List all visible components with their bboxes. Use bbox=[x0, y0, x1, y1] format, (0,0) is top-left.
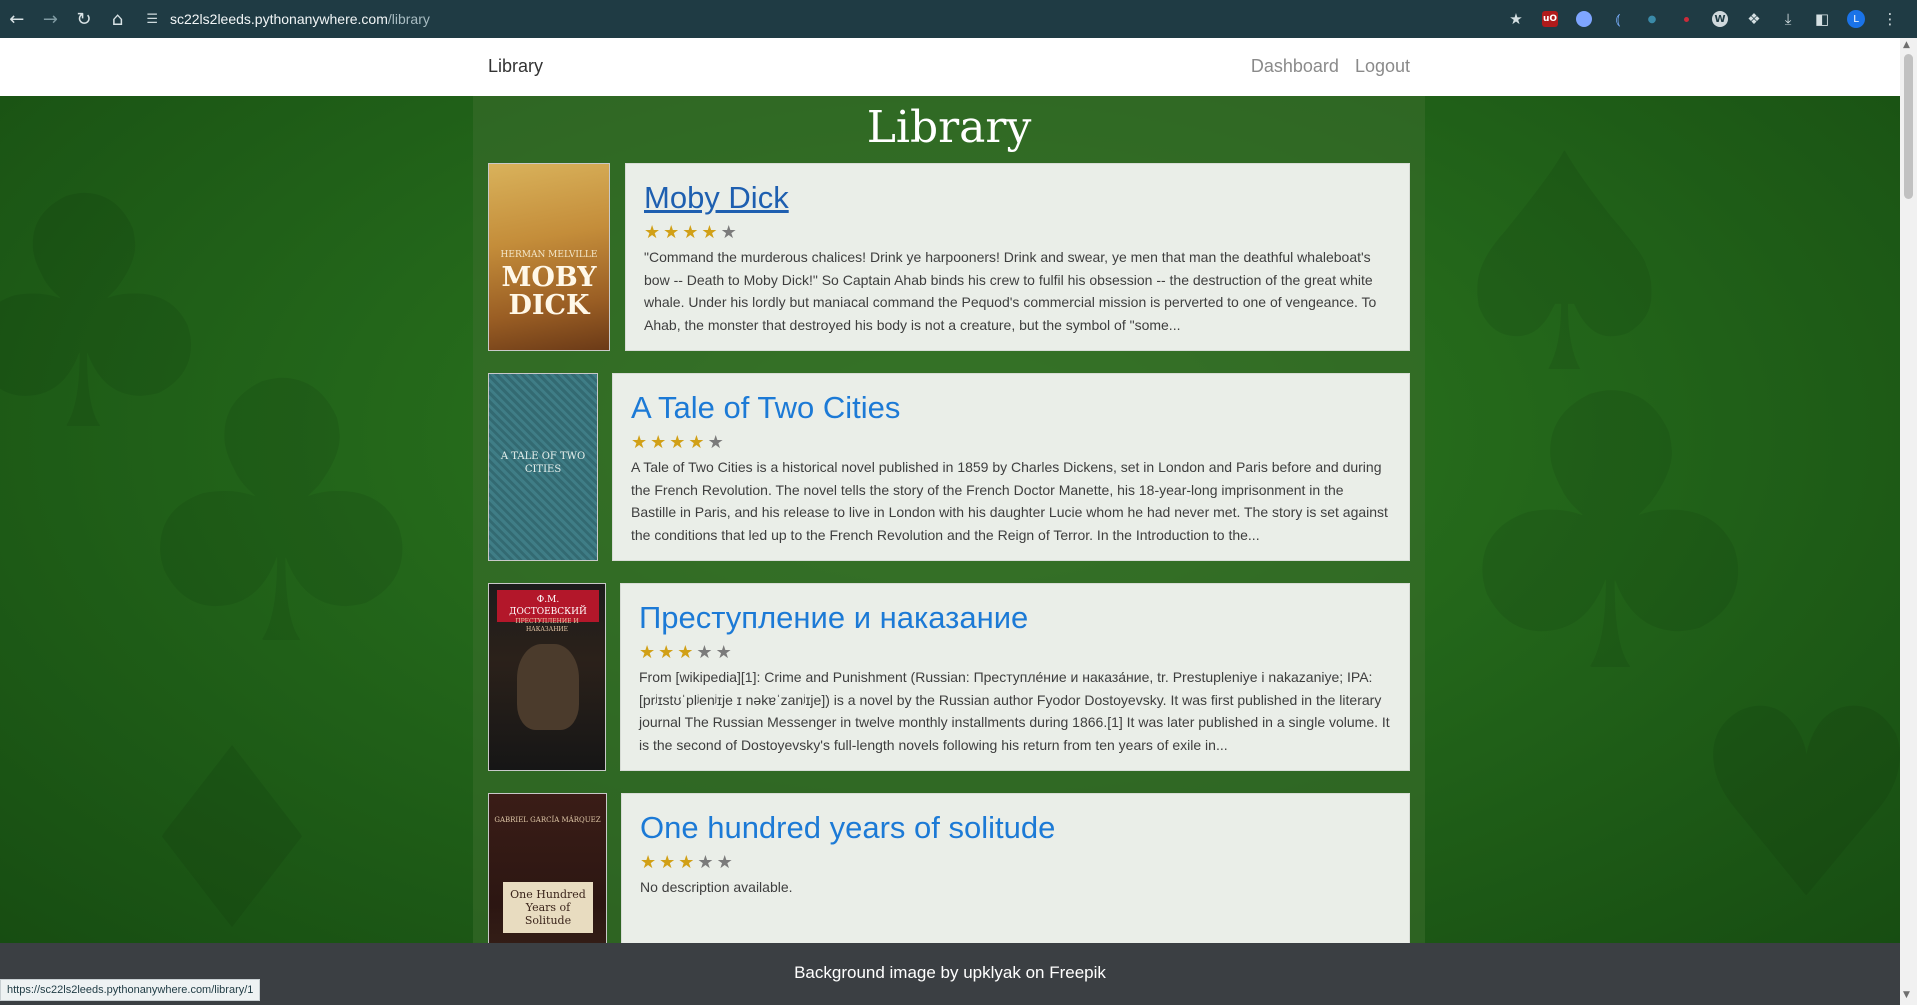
star-icon: ★ bbox=[644, 222, 664, 243]
extension-dot-icon[interactable] bbox=[1669, 4, 1703, 34]
star-icon: ★ bbox=[658, 642, 678, 663]
page-scrollbar[interactable]: ▲ ▼ bbox=[1900, 38, 1917, 1005]
library-container: Library HERMAN MELVILLE MOBY DICK Moby D… bbox=[473, 96, 1425, 943]
star-icon: ★ bbox=[715, 642, 735, 663]
scroll-up-icon[interactable]: ▲ bbox=[1903, 40, 1910, 50]
book-cover-image[interactable]: Ф.М. ДОСТОЕВСКИЙ ПРЕСТУПЛЕНИЕ И НАКАЗАНИ… bbox=[488, 583, 606, 771]
book-card: A Tale of Two Cities ★★★★★ A Tale of Two… bbox=[612, 373, 1410, 561]
extension-circle-icon[interactable] bbox=[1567, 4, 1601, 34]
page-title: Library bbox=[866, 102, 1032, 153]
star-rating: ★★★★★ bbox=[644, 222, 1391, 244]
side-panel-icon[interactable]: ◧ bbox=[1805, 4, 1839, 34]
extension-audio-icon[interactable]: ⦅ bbox=[1601, 4, 1635, 34]
scrollbar-thumb[interactable] bbox=[1904, 54, 1913, 199]
star-icon: ★ bbox=[720, 222, 740, 243]
book-title-link[interactable]: Преступление и наказание bbox=[639, 600, 1028, 636]
star-rating: ★★★★★ bbox=[639, 642, 1391, 664]
address-bar[interactable]: ☰ sc22ls2leeds.pythonanywhere.com/librar… bbox=[140, 5, 1499, 33]
cover-title: ПРЕСТУПЛЕНИЕ И НАКАЗАНИЕ bbox=[515, 618, 579, 633]
site-footer: Background image by upklyak on Freepik bbox=[0, 943, 1900, 1005]
page-background: ♣ ♣ ♠ ♣ ♥ ♦ Library HERMAN MELVILLE MOBY… bbox=[0, 96, 1900, 943]
profile-avatar[interactable]: L bbox=[1839, 4, 1873, 34]
cover-author: GABRIEL GARCÍA MÁRQUEZ bbox=[494, 816, 601, 824]
book-title-link[interactable]: One hundred years of solitude bbox=[640, 810, 1055, 846]
forward-icon[interactable]: → bbox=[34, 2, 68, 36]
status-bar-url: https://sc22ls2leeds.pythonanywhere.com/… bbox=[0, 979, 261, 1001]
nav-link-dashboard[interactable]: Dashboard bbox=[1251, 56, 1339, 77]
book-card: One hundred years of solitude ★★★★★ No d… bbox=[621, 793, 1410, 943]
star-icon: ★ bbox=[697, 852, 717, 873]
star-icon: ★ bbox=[650, 432, 670, 453]
book-description: No description available. bbox=[640, 879, 793, 895]
home-icon[interactable]: ⌂ bbox=[101, 2, 135, 36]
ublock-extension-icon[interactable]: uO bbox=[1533, 4, 1567, 34]
url-host: sc22ls2leeds.pythonanywhere.com bbox=[169, 11, 388, 27]
book-title-link[interactable]: Moby Dick bbox=[644, 180, 789, 216]
footer-credit: Background image by upklyak on Freepik bbox=[794, 963, 1106, 982]
star-icon: ★ bbox=[707, 432, 727, 453]
star-icon: ★ bbox=[701, 222, 721, 243]
book-title-link[interactable]: A Tale of Two Cities bbox=[631, 390, 900, 426]
cover-title: A TALE OF TWO CITIES bbox=[500, 451, 586, 475]
star-icon: ★ bbox=[663, 222, 683, 243]
book-cover-image[interactable]: GABRIEL GARCÍA MÁRQUEZ One Hundred Years… bbox=[488, 793, 607, 943]
book-cover-image[interactable]: HERMAN MELVILLE MOBY DICK bbox=[488, 163, 610, 351]
extensions-puzzle-icon[interactable]: ❖ bbox=[1737, 4, 1771, 34]
book-item: A TALE OF TWO CITIES A Tale of Two Citie… bbox=[488, 373, 1410, 561]
ublock-badge: uO bbox=[1542, 11, 1559, 27]
star-icon: ★ bbox=[640, 852, 660, 873]
book-item: HERMAN MELVILLE MOBY DICK Moby Dick ★★★★… bbox=[488, 163, 1410, 351]
star-icon: ★ bbox=[678, 852, 698, 873]
heart-pattern-icon: ♥ bbox=[1690, 655, 1900, 943]
star-icon: ★ bbox=[631, 432, 651, 453]
book-description: "Command the murderous chalices! Drink y… bbox=[644, 249, 1377, 333]
scroll-down-icon[interactable]: ▼ bbox=[1903, 990, 1910, 1000]
site-info-icon[interactable]: ☰ bbox=[146, 12, 158, 27]
book-description: A Tale of Two Cities is a historical nov… bbox=[631, 459, 1388, 543]
menu-kebab-icon[interactable]: ⋮ bbox=[1873, 4, 1907, 34]
book-item: GABRIEL GARCÍA MÁRQUEZ One Hundred Years… bbox=[488, 793, 1410, 943]
star-icon: ★ bbox=[639, 642, 659, 663]
cover-title: MOBY DICK bbox=[501, 262, 597, 321]
back-icon[interactable]: ← bbox=[0, 2, 34, 36]
extension-small-icon[interactable]: ● bbox=[1635, 4, 1669, 34]
reload-icon[interactable]: ↻ bbox=[67, 2, 101, 36]
star-icon: ★ bbox=[682, 222, 702, 243]
book-item: Ф.М. ДОСТОЕВСКИЙ ПРЕСТУПЛЕНИЕ И НАКАЗАНИ… bbox=[488, 583, 1410, 771]
club-pattern-icon: ♣ bbox=[120, 306, 443, 725]
toolbar-actions: ★ uO ⦅ ● W ❖ ⤓ ◧ L ⋮ bbox=[1499, 4, 1907, 34]
star-icon: ★ bbox=[669, 432, 689, 453]
navbar-links: Dashboard Logout bbox=[1251, 56, 1410, 77]
book-card: Преступление и наказание ★★★★★ From [wik… bbox=[620, 583, 1410, 771]
star-icon: ★ bbox=[688, 432, 708, 453]
star-icon: ★ bbox=[716, 852, 736, 873]
star-icon: ★ bbox=[696, 642, 716, 663]
star-rating: ★★★★★ bbox=[631, 432, 1391, 454]
cover-portrait bbox=[517, 644, 579, 730]
book-description: From [wikipedia][1]: Crime and Punishmen… bbox=[639, 669, 1390, 753]
book-card: Moby Dick ★★★★★ "Command the murderous c… bbox=[625, 163, 1410, 351]
star-icon: ★ bbox=[677, 642, 697, 663]
download-icon[interactable]: ⤓ bbox=[1771, 4, 1805, 34]
nav-link-logout[interactable]: Logout bbox=[1355, 56, 1410, 77]
browser-toolbar: ← → ↻ ⌂ ☰ sc22ls2leeds.pythonanywhere.co… bbox=[0, 0, 1917, 38]
url-path: /library bbox=[387, 11, 430, 27]
site-navbar: Library Dashboard Logout bbox=[0, 38, 1900, 97]
cover-title: One Hundred Years of Solitude bbox=[503, 882, 593, 933]
star-rating: ★★★★★ bbox=[640, 852, 1391, 874]
diamond-pattern-icon: ♦ bbox=[120, 695, 345, 944]
cover-author: HERMAN MELVILLE bbox=[500, 250, 598, 260]
extension-w-icon[interactable]: W bbox=[1703, 4, 1737, 34]
url-text[interactable]: sc22ls2leeds.pythonanywhere.com/library bbox=[170, 11, 430, 27]
navbar-brand[interactable]: Library bbox=[488, 56, 543, 77]
bookmark-star-icon[interactable]: ★ bbox=[1499, 4, 1533, 34]
star-icon: ★ bbox=[659, 852, 679, 873]
book-cover-image[interactable]: A TALE OF TWO CITIES bbox=[488, 373, 598, 561]
